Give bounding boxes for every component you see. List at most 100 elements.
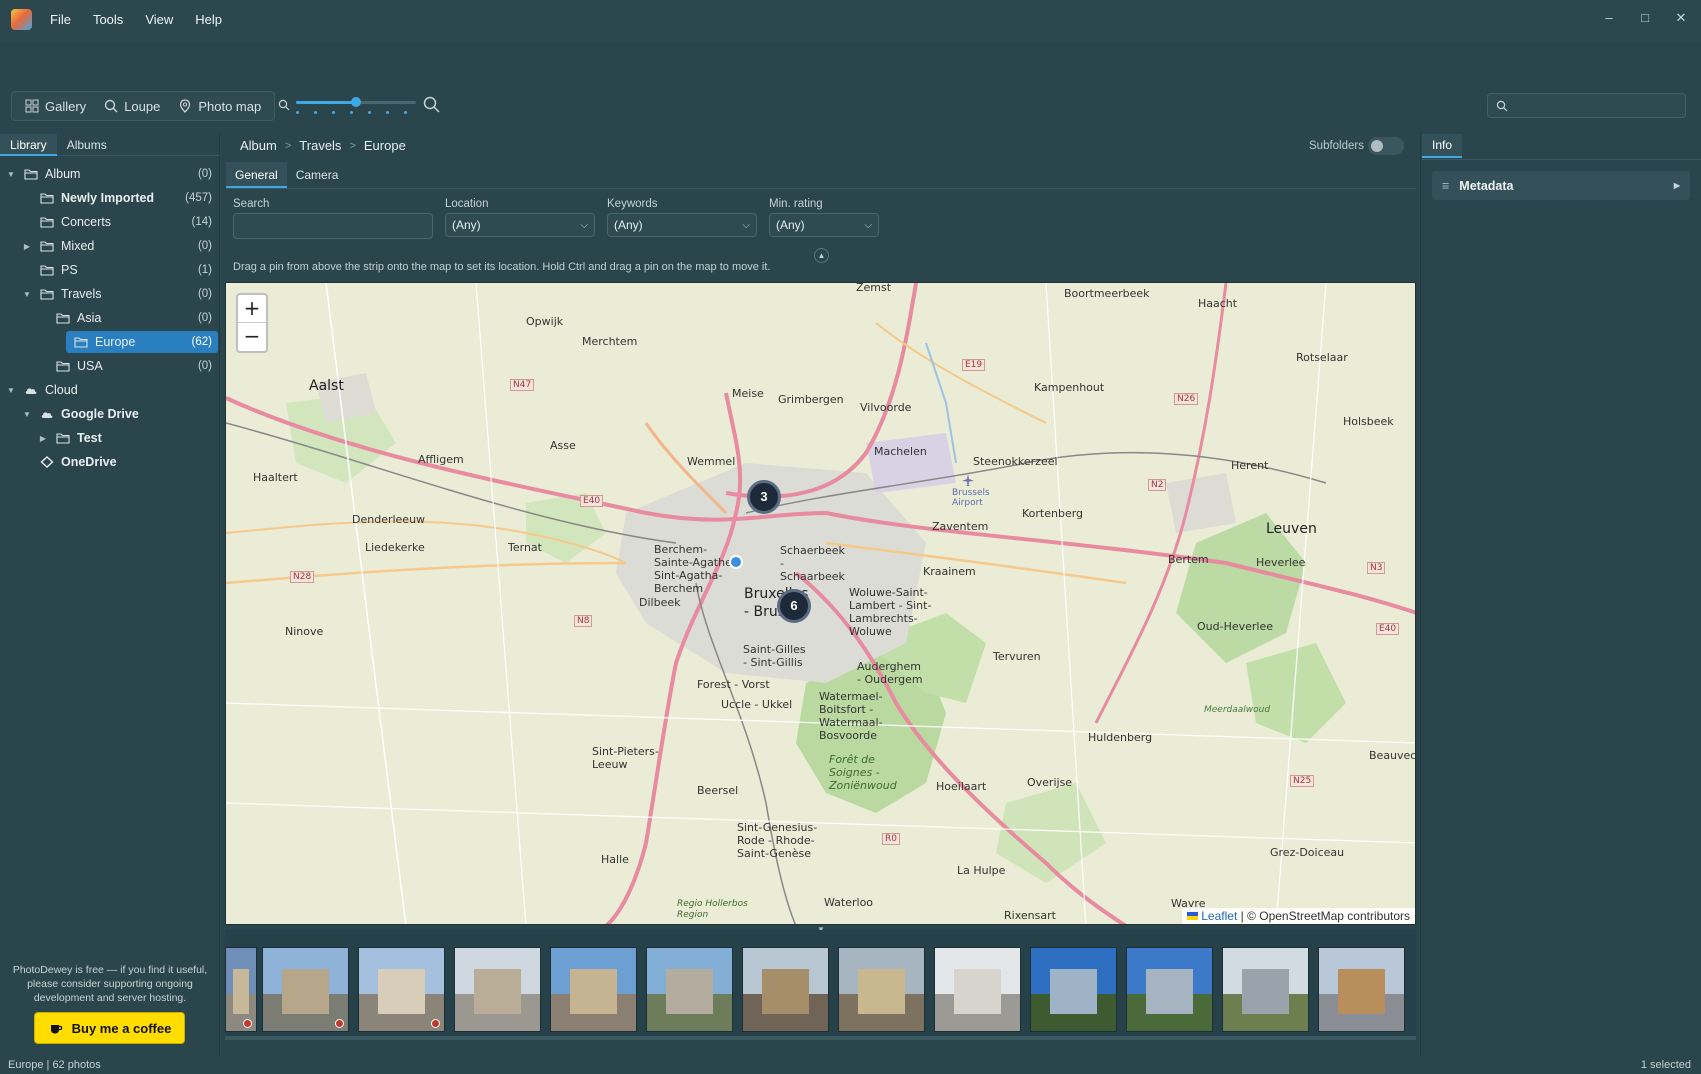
global-search-input[interactable] bbox=[1487, 93, 1686, 118]
chevron-down-icon[interactable]: ▼ bbox=[22, 410, 32, 419]
tree-item-count: (0) bbox=[197, 360, 212, 372]
zoom-slider-thumb[interactable] bbox=[351, 97, 361, 107]
map-zoom-out-button[interactable]: − bbox=[238, 323, 266, 351]
zoom-slider-tick bbox=[296, 111, 299, 114]
photo-thumbnail[interactable] bbox=[1030, 947, 1117, 1032]
breadcrumb-europe[interactable]: Europe bbox=[364, 138, 406, 153]
menu-help[interactable]: Help bbox=[195, 12, 222, 27]
minimize-button[interactable]: – bbox=[1603, 10, 1615, 26]
keywords-select[interactable]: (Any) ⌵ bbox=[607, 213, 757, 237]
tree-item-newly-imported[interactable]: Newly Imported (457) bbox=[0, 187, 218, 209]
photo-thumbnail[interactable] bbox=[646, 947, 733, 1032]
search-filter-input[interactable] bbox=[233, 213, 433, 239]
breadcrumb-travels[interactable]: Travels bbox=[299, 138, 341, 153]
photo-cluster-marker[interactable]: 6 bbox=[777, 589, 811, 623]
buy-me-a-coffee-button[interactable]: Buy me a coffee bbox=[34, 1012, 185, 1044]
location-label: Location bbox=[445, 198, 489, 210]
map-label: Steenokkerzeel bbox=[973, 455, 1058, 468]
tree-item-test[interactable]: ▶ Test bbox=[0, 427, 218, 449]
tree-item-label: Newly Imported bbox=[61, 191, 155, 205]
photo-thumbnail[interactable] bbox=[225, 947, 257, 1032]
chevron-down-icon[interactable]: ▼ bbox=[6, 170, 16, 179]
gallery-label: Gallery bbox=[45, 98, 87, 114]
zoom-out-icon[interactable] bbox=[278, 99, 290, 111]
map-label: Liedekerke bbox=[365, 541, 425, 554]
menu-file[interactable]: File bbox=[50, 12, 71, 27]
photo-thumbnail[interactable] bbox=[1126, 947, 1213, 1032]
photo-thumbnail[interactable] bbox=[454, 947, 541, 1032]
tab-library[interactable]: Library bbox=[0, 134, 57, 156]
photo-cluster-marker[interactable]: 3 bbox=[747, 480, 781, 514]
tree-item-usa[interactable]: USA (0) bbox=[0, 355, 218, 377]
photo-thumbnail[interactable] bbox=[358, 947, 445, 1032]
map-label: Halle bbox=[601, 853, 629, 866]
photo-thumbnail[interactable] bbox=[1318, 947, 1405, 1032]
tab-camera[interactable]: Camera bbox=[287, 162, 348, 188]
tab-general[interactable]: General bbox=[226, 162, 287, 188]
photo-thumbnail[interactable] bbox=[838, 947, 925, 1032]
chevron-down-icon[interactable]: ▼ bbox=[6, 386, 16, 395]
tree-item-asia[interactable]: Asia (0) bbox=[0, 307, 218, 329]
tree-item-album[interactable]: ▼ Album (0) bbox=[0, 163, 218, 185]
photo-map-label: Photo map bbox=[198, 98, 262, 114]
breadcrumb-album[interactable]: Album bbox=[240, 138, 277, 153]
photo-thumbnail[interactable] bbox=[934, 947, 1021, 1032]
chevron-down-icon[interactable]: ▼ bbox=[22, 290, 32, 299]
photo-thumbnail[interactable] bbox=[742, 947, 829, 1032]
chevron-right-icon[interactable]: ▶ bbox=[38, 434, 48, 443]
tree-item-label: Europe bbox=[95, 335, 136, 349]
expand-arrow-icon: ▶ bbox=[1673, 181, 1680, 190]
folder-icon bbox=[74, 337, 88, 348]
photo-map[interactable]: Zemst Boortmeerbeek Haacht Opwijk Mercht… bbox=[225, 282, 1416, 925]
tree-item-google-drive[interactable]: ▼ Google Drive bbox=[0, 403, 218, 425]
close-button[interactable]: ✕ bbox=[1675, 10, 1687, 26]
tree-item-count: (457) bbox=[185, 192, 212, 204]
magnifier-icon bbox=[104, 99, 118, 113]
leaflet-link[interactable]: Leaflet bbox=[1201, 909, 1237, 923]
map-label: Watermael-Boitsfort - Watermaal-Bosvoord… bbox=[819, 690, 883, 742]
diamond-icon bbox=[40, 456, 54, 468]
tree-item-cloud[interactable]: ▼ Cloud bbox=[0, 379, 218, 401]
min-rating-value: (Any) bbox=[776, 218, 805, 232]
photo-thumbnail[interactable] bbox=[262, 947, 349, 1032]
location-select[interactable]: (Any) ⌵ bbox=[445, 213, 595, 237]
road-sign: N2 bbox=[1148, 479, 1167, 491]
map-zoom-in-button[interactable]: + bbox=[238, 295, 266, 323]
map-label: Machelen bbox=[874, 445, 927, 458]
tree-item-onedrive[interactable]: OneDrive bbox=[0, 451, 218, 473]
map-label: Grez-Doiceau bbox=[1270, 846, 1345, 859]
metadata-section-header[interactable]: ≡ Metadata ▶ bbox=[1432, 171, 1690, 200]
gallery-view-button[interactable]: Gallery bbox=[16, 92, 95, 120]
tree-item-label: Travels bbox=[61, 287, 102, 301]
photo-thumbnail[interactable] bbox=[550, 947, 637, 1032]
map-label: Asse bbox=[550, 439, 576, 452]
map-label: Uccle - Ukkel bbox=[721, 698, 793, 711]
photo-pin-marker[interactable] bbox=[729, 555, 743, 569]
folder-icon bbox=[40, 217, 54, 228]
photo-thumbnail[interactable] bbox=[1222, 947, 1309, 1032]
metadata-label: Metadata bbox=[1459, 178, 1514, 193]
tree-item-concerts[interactable]: Concerts (14) bbox=[0, 211, 218, 233]
menu-view[interactable]: View bbox=[145, 12, 173, 27]
menu-tools[interactable]: Tools bbox=[93, 12, 123, 27]
tree-item-count: (62) bbox=[191, 336, 212, 348]
photo-map-view-button[interactable]: Photo map bbox=[169, 92, 270, 120]
maximize-button[interactable]: □ bbox=[1639, 10, 1651, 26]
loupe-view-button[interactable]: Loupe bbox=[95, 92, 169, 120]
map-label: Herent bbox=[1231, 459, 1269, 472]
menu-bar: File Tools View Help bbox=[50, 12, 244, 27]
tab-albums[interactable]: Albums bbox=[57, 134, 117, 156]
tree-item-ps[interactable]: PS (1) bbox=[0, 259, 218, 281]
collapse-filters-button[interactable]: ▲ bbox=[814, 248, 829, 263]
min-rating-select[interactable]: (Any) ⌵ bbox=[769, 213, 879, 237]
photo-strip-scrollbar[interactable] bbox=[225, 1036, 1416, 1040]
tree-item-mixed[interactable]: ▶ Mixed (0) bbox=[0, 235, 218, 257]
tree-item-travels[interactable]: ▼ Travels (0) bbox=[0, 283, 218, 305]
tree-item-label: PS bbox=[61, 263, 78, 277]
chevron-right-icon[interactable]: ▶ bbox=[22, 242, 32, 251]
tree-item-europe[interactable]: Europe (62) bbox=[66, 331, 218, 353]
window-controls: – □ ✕ bbox=[1603, 10, 1687, 26]
location-value: (Any) bbox=[452, 218, 481, 232]
tab-info[interactable]: Info bbox=[1422, 134, 1463, 158]
zoom-in-icon[interactable] bbox=[423, 96, 440, 113]
